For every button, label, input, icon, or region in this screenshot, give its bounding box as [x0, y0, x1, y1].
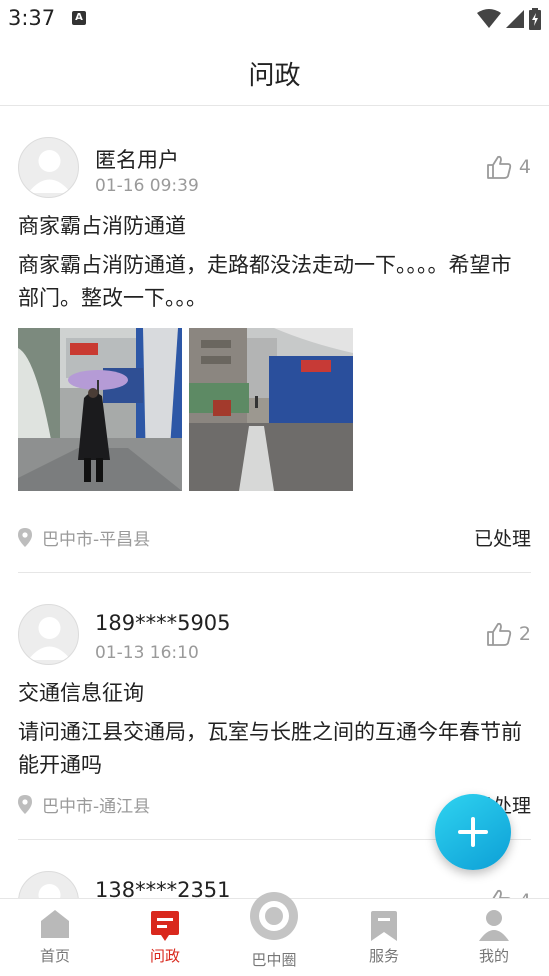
post-feed[interactable]: 匿名用户 01-16 09:39 4 商家霸占消防通道 商家霸占消防通道，走路都…: [0, 106, 549, 898]
keyboard-indicator-icon: A: [72, 11, 86, 25]
status-bar: 3:37 A: [0, 0, 549, 36]
tab-label: 问政: [149, 947, 180, 965]
bottom-tab-bar: 首页 问政 巴中圈 服务 我的: [0, 892, 549, 976]
tab-label: 服务: [368, 947, 399, 965]
post-body: 请问通江县交通局，瓦室与长胜之间的互通今年春节前能开通吗: [18, 720, 522, 777]
tab-bazhong-circle[interactable]: 巴中圈: [219, 892, 329, 976]
thumbs-up-icon: [487, 622, 512, 646]
location-pin-icon: [18, 795, 32, 814]
tab-label: 巴中圈: [251, 951, 297, 969]
wifi-icon: [477, 9, 501, 28]
default-avatar-icon: [28, 150, 71, 193]
page-title: 问政: [248, 61, 301, 91]
post-location: 巴中市-平昌县: [18, 525, 150, 550]
home-icon: [41, 910, 69, 938]
like-button[interactable]: 2: [486, 622, 531, 646]
battery-icon: [529, 8, 541, 30]
avatar: [18, 604, 79, 665]
circle-icon: [250, 892, 298, 940]
wenzheng-icon: [151, 911, 179, 941]
post-username: 138****2351: [95, 878, 231, 898]
location-pin-icon: [18, 528, 32, 547]
tab-label: 首页: [39, 947, 70, 965]
post-time: 01-16 09:39: [95, 176, 199, 196]
default-avatar-icon: [38, 884, 61, 898]
post-status: 已处理: [473, 528, 531, 550]
location-text: 巴中市-平昌县: [42, 530, 151, 550]
post-location: 巴中市-通江县: [18, 792, 150, 817]
location-text: 巴中市-通江县: [42, 797, 151, 817]
create-post-button[interactable]: [435, 794, 511, 870]
app-header: 问政: [0, 36, 549, 106]
plus-icon: [458, 817, 488, 847]
like-count: 2: [518, 623, 531, 645]
signal-icon: [506, 10, 524, 28]
bookmark-icon: [371, 911, 397, 941]
tab-service[interactable]: 服务: [329, 899, 439, 976]
tab-label: 我的: [478, 947, 509, 965]
like-count: 4: [519, 890, 531, 898]
avatar: [18, 137, 79, 198]
post-image-street-tents[interactable]: [189, 328, 353, 491]
like-count: 4: [518, 156, 531, 178]
like-button[interactable]: 4: [486, 155, 531, 179]
post-title: 商家霸占消防通道: [18, 214, 186, 238]
post-image-street-umbrella[interactable]: [18, 328, 182, 491]
tab-wenzheng[interactable]: 问政: [110, 899, 220, 976]
avatar: [18, 871, 79, 898]
status-time: 3:37: [8, 6, 56, 30]
post-username: 189****5905: [95, 611, 231, 635]
post-body: 商家霸占消防通道，走路都没法走动一下。。。。希望市部门。整改一下。。。: [18, 253, 512, 310]
tab-mine[interactable]: 我的: [439, 899, 549, 976]
system-icons: [477, 8, 541, 30]
thumbs-up-icon: [487, 155, 512, 179]
user-icon: [479, 910, 509, 941]
post-time: 01-13 16:10: [95, 643, 199, 663]
thumbs-up-icon: [492, 889, 511, 898]
tab-home[interactable]: 首页: [0, 899, 110, 976]
default-avatar-icon: [28, 617, 71, 660]
post-username: 匿名用户: [95, 148, 179, 172]
post-card[interactable]: 匿名用户 01-16 09:39 4 商家霸占消防通道 商家霸占消防通道，走路都…: [18, 106, 531, 572]
like-button[interactable]: 4: [486, 889, 531, 898]
post-title: 交通信息征询: [18, 681, 144, 705]
